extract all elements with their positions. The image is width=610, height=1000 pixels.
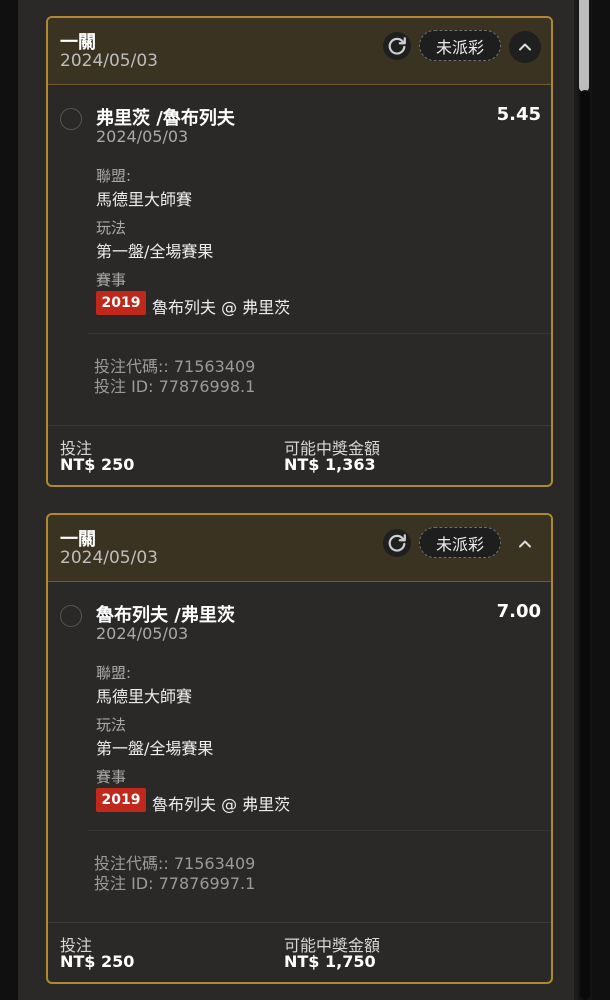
league-label: 聯盟: bbox=[96, 664, 132, 682]
bet-slip-card: 一關 2024/05/03 未派彩 弗里茨 /魯布列夫 5.45 2024/05… bbox=[46, 16, 553, 487]
card-date: 2024/05/03 bbox=[60, 548, 158, 568]
refresh-icon bbox=[388, 37, 406, 55]
league-value: 馬德里大師賽 bbox=[96, 190, 193, 209]
refresh-button[interactable] bbox=[383, 32, 411, 60]
odds-value: 5.45 bbox=[496, 104, 541, 125]
refresh-icon bbox=[388, 534, 406, 552]
bet-id: 投注 ID: 77876997.1 bbox=[94, 874, 256, 893]
event-year-badge: 2019 bbox=[96, 291, 146, 315]
footer-divider bbox=[48, 922, 551, 923]
card-date: 2024/05/03 bbox=[60, 51, 158, 71]
scrollbar-thumb-edge bbox=[579, 0, 589, 92]
collapse-button[interactable] bbox=[509, 31, 541, 63]
event-value: 魯布列夫 @ 弗里茨 bbox=[152, 795, 291, 814]
event-value: 魯布列夫 @ 弗里茨 bbox=[152, 298, 291, 317]
bet-selection: 魯布列夫 /弗里茨 7.00 2024/05/03 聯盟: 馬德里大師賽 玩法 … bbox=[48, 582, 551, 922]
collapse-button[interactable] bbox=[509, 528, 541, 560]
payout-value: NT$ 1,750 bbox=[284, 952, 376, 971]
selection-radio[interactable] bbox=[60, 108, 82, 130]
match-date: 2024/05/03 bbox=[96, 127, 189, 146]
odds-value: 7.00 bbox=[496, 601, 541, 622]
bet-selection: 弗里茨 /魯布列夫 5.45 2024/05/03 聯盟: 馬德里大師賽 玩法 … bbox=[48, 85, 551, 425]
divider bbox=[88, 830, 551, 831]
market-value: 第一盤/全場賽果 bbox=[96, 242, 214, 261]
left-gutter bbox=[0, 0, 18, 1000]
bet-id: 投注 ID: 77876998.1 bbox=[94, 377, 256, 396]
chevron-up-icon bbox=[519, 43, 531, 51]
chevron-up-icon bbox=[519, 540, 531, 548]
right-gutter bbox=[592, 0, 610, 1000]
bet-slip-card: 一關 2024/05/03 未派彩 魯布列夫 /弗里茨 7.00 2024/05… bbox=[46, 513, 553, 984]
stake-value: NT$ 250 bbox=[60, 455, 135, 474]
event-year-badge: 2019 bbox=[96, 788, 146, 812]
market-label: 玩法 bbox=[96, 219, 127, 237]
league-label: 聯盟: bbox=[96, 167, 132, 185]
selection-radio[interactable] bbox=[60, 605, 82, 627]
card-header[interactable]: 一關 2024/05/03 未派彩 bbox=[48, 18, 551, 85]
divider bbox=[88, 333, 551, 334]
market-value: 第一盤/全場賽果 bbox=[96, 739, 214, 758]
card-header[interactable]: 一關 2024/05/03 未派彩 bbox=[48, 515, 551, 582]
event-label: 賽事 bbox=[96, 768, 127, 786]
event-label: 賽事 bbox=[96, 271, 127, 289]
market-label: 玩法 bbox=[96, 716, 127, 734]
refresh-button[interactable] bbox=[383, 529, 411, 557]
league-value: 馬德里大師賽 bbox=[96, 687, 193, 706]
footer-divider bbox=[48, 425, 551, 426]
stake-value: NT$ 250 bbox=[60, 952, 135, 971]
payout-value: NT$ 1,363 bbox=[284, 455, 376, 474]
status-badge: 未派彩 bbox=[419, 527, 501, 558]
status-badge: 未派彩 bbox=[419, 30, 501, 61]
scrollbar-thumb[interactable] bbox=[580, 90, 590, 1000]
match-date: 2024/05/03 bbox=[96, 624, 189, 643]
